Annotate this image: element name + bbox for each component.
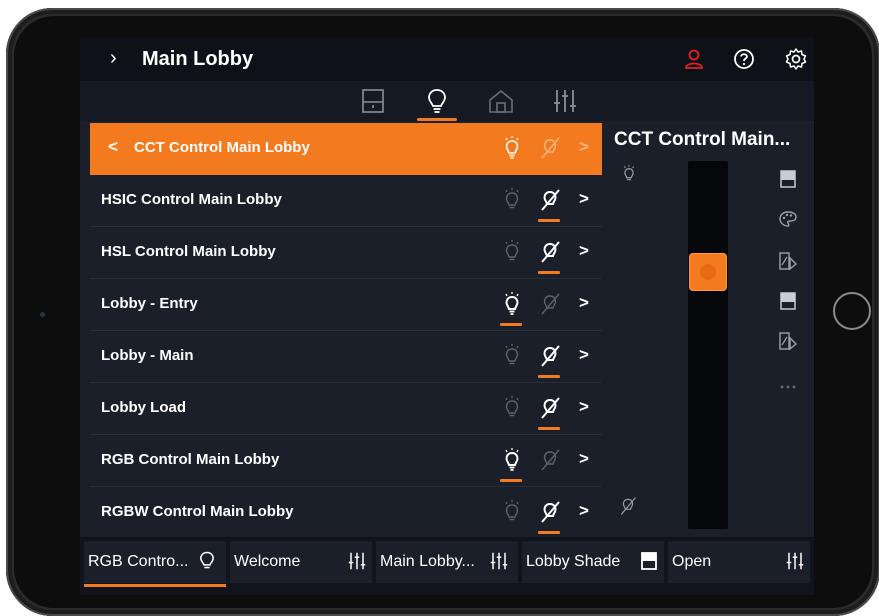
user-icon[interactable] bbox=[680, 45, 708, 73]
favorite-item[interactable]: Welcome bbox=[230, 541, 372, 583]
favorite-label: Lobby Shade bbox=[526, 553, 621, 570]
favorite-item[interactable]: Open bbox=[668, 541, 810, 583]
light-off-icon[interactable] bbox=[538, 135, 562, 161]
chevron-right-icon[interactable]: > bbox=[579, 397, 589, 417]
list-item-label: Lobby - Entry bbox=[101, 295, 198, 312]
sliders-icon bbox=[488, 550, 510, 572]
shade-icon bbox=[362, 89, 384, 113]
back-chevron-icon[interactable]: < bbox=[108, 137, 118, 157]
panel-title: CCT Control Main... bbox=[614, 129, 791, 150]
lightbulb-icon bbox=[428, 89, 446, 113]
list-item[interactable]: RGB Control Main Lobby > bbox=[90, 435, 602, 487]
tab-home[interactable] bbox=[479, 81, 523, 121]
lightbulb-on-icon[interactable] bbox=[500, 291, 524, 317]
state-indicator bbox=[538, 427, 560, 430]
shade-icon bbox=[638, 550, 660, 572]
home-icon bbox=[489, 90, 513, 113]
load-list: < CCT Control Main Lobby > HSIC Control … bbox=[90, 123, 602, 539]
list-item-label: HSL Control Main Lobby bbox=[101, 243, 276, 260]
state-indicator bbox=[538, 531, 560, 534]
lightbulb-on-icon[interactable] bbox=[500, 499, 524, 525]
gear-icon[interactable] bbox=[782, 45, 810, 73]
light-off-icon[interactable] bbox=[538, 291, 562, 317]
camera-dot bbox=[40, 312, 45, 317]
chevron-right-icon[interactable]: > bbox=[579, 449, 589, 469]
tab-lighting[interactable] bbox=[415, 81, 459, 121]
top-bar: › Main Lobby bbox=[80, 37, 814, 81]
sliders-icon bbox=[554, 90, 576, 112]
list-item-label: RGB Control Main Lobby bbox=[101, 451, 280, 468]
list-item[interactable]: Lobby - Entry > bbox=[90, 279, 602, 331]
list-item[interactable]: HSL Control Main Lobby > bbox=[90, 227, 602, 279]
control-panel: CCT Control Main... bbox=[606, 123, 814, 533]
chevron-right-icon[interactable]: > bbox=[579, 189, 589, 209]
lightbulb-on-icon[interactable] bbox=[500, 343, 524, 369]
favorite-label: Open bbox=[672, 553, 712, 570]
lightbulb-on-icon[interactable] bbox=[500, 239, 524, 265]
page-title: Main Lobby bbox=[142, 48, 254, 70]
state-indicator bbox=[538, 271, 560, 274]
scene-icon[interactable] bbox=[776, 329, 800, 353]
home-button[interactable] bbox=[833, 292, 871, 330]
list-item[interactable]: HSIC Control Main Lobby > bbox=[90, 175, 602, 227]
state-indicator bbox=[500, 479, 522, 482]
sliders-icon bbox=[346, 550, 368, 572]
scene-icon[interactable] bbox=[776, 249, 800, 273]
chevron-right-icon[interactable]: > bbox=[579, 241, 589, 261]
chevron-right-icon[interactable]: > bbox=[579, 345, 589, 365]
light-off-icon[interactable] bbox=[538, 499, 562, 525]
lightbulb-on-icon bbox=[620, 163, 638, 190]
favorite-label: RGB Contro... bbox=[88, 553, 189, 570]
slider-handle[interactable] bbox=[689, 253, 727, 291]
list-rows: HSIC Control Main Lobby > HSL Control Main… bbox=[90, 175, 602, 539]
chevron-right-icon[interactable]: > bbox=[579, 137, 589, 157]
tab-controls[interactable] bbox=[543, 81, 587, 121]
sliders-icon bbox=[784, 550, 806, 572]
light-off-icon[interactable] bbox=[538, 239, 562, 265]
palette-icon[interactable] bbox=[776, 207, 800, 231]
list-item-label: CCT Control Main Lobby bbox=[134, 139, 310, 156]
light-off-icon[interactable] bbox=[538, 343, 562, 369]
chevron-right-icon[interactable]: > bbox=[579, 501, 589, 521]
light-off-icon bbox=[618, 495, 638, 522]
list-header-cct[interactable]: < CCT Control Main Lobby > bbox=[90, 123, 602, 175]
chevron-right-icon[interactable]: › bbox=[110, 47, 117, 70]
state-indicator bbox=[500, 323, 522, 326]
light-off-icon[interactable] bbox=[538, 447, 562, 473]
state-indicator bbox=[538, 219, 560, 222]
list-item-label: Lobby - Main bbox=[101, 347, 194, 364]
favorites-bar: RGB Contro... Welcome Main Lobby... Lobby S… bbox=[80, 537, 814, 595]
lightbulb-on-icon[interactable] bbox=[500, 447, 524, 473]
shade-icon[interactable] bbox=[776, 289, 800, 313]
favorite-label: Main Lobby... bbox=[380, 553, 475, 570]
list-item-label: Lobby Load bbox=[101, 399, 186, 416]
list-item-label: RGBW Control Main Lobby bbox=[101, 503, 294, 520]
list-item[interactable]: RGBW Control Main Lobby > bbox=[90, 487, 602, 539]
shade-icon[interactable] bbox=[776, 167, 800, 191]
category-tabs bbox=[80, 81, 814, 121]
favorite-item[interactable]: RGB Contro... bbox=[84, 541, 226, 587]
help-icon[interactable] bbox=[730, 45, 758, 73]
list-item-label: HSIC Control Main Lobby bbox=[101, 191, 282, 208]
favorite-label: Welcome bbox=[234, 553, 301, 570]
list-item[interactable]: Lobby - Main > bbox=[90, 331, 602, 383]
chevron-right-icon[interactable]: > bbox=[579, 293, 589, 313]
lightbulb-on-icon[interactable] bbox=[500, 187, 524, 213]
lightbulb-on-icon[interactable] bbox=[500, 395, 524, 421]
tab-shades[interactable] bbox=[351, 81, 395, 121]
light-off-icon[interactable] bbox=[538, 187, 562, 213]
more-icon[interactable] bbox=[776, 375, 800, 399]
level-slider[interactable] bbox=[688, 161, 728, 529]
lightbulb-icon bbox=[196, 550, 218, 572]
favorite-item[interactable]: Main Lobby... bbox=[376, 541, 518, 583]
list-item[interactable]: Lobby Load > bbox=[90, 383, 602, 435]
favorite-item[interactable]: Lobby Shade bbox=[522, 541, 664, 583]
state-indicator bbox=[538, 375, 560, 378]
app-screen: › Main Lobby < CCT Control Main Lobby > … bbox=[80, 37, 814, 595]
lightbulb-on-icon[interactable] bbox=[500, 135, 524, 161]
light-off-icon[interactable] bbox=[538, 395, 562, 421]
